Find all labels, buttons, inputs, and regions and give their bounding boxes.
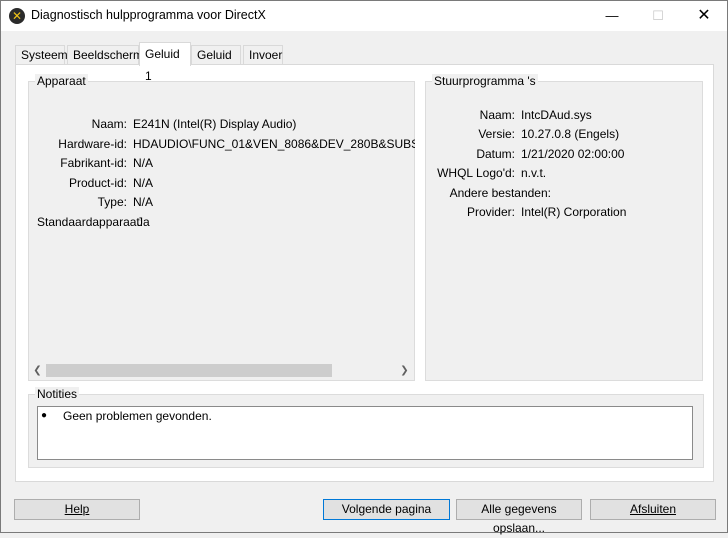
driver-group-title: Stuurprogramma 's: [432, 74, 538, 88]
bullet-icon: ●: [41, 410, 48, 421]
field-label: WHQL Logo'd:: [437, 166, 515, 180]
field-label: Fabrikant-id:: [60, 156, 127, 170]
field-value[interactable]: Ja: [137, 214, 150, 230]
field-label: Naam:: [91, 117, 127, 131]
maximize-button[interactable]: ☐: [635, 1, 681, 31]
dxdiag-window: ✕ Diagnostisch hulpprogramma voor Direct…: [0, 0, 728, 535]
next-page-button-label: Volgende pagina: [341, 502, 432, 516]
exit-button-label: Afsluiten: [629, 502, 677, 516]
minimize-button[interactable]: —: [589, 1, 635, 31]
scroll-left-icon[interactable]: ❮: [29, 362, 46, 379]
field-label: Naam:: [479, 108, 515, 122]
field-value[interactable]: E241N (Intel(R) Display Audio): [133, 116, 296, 132]
scrollbar-thumb[interactable]: [46, 364, 332, 377]
note-item: Geen problemen gevonden.: [63, 409, 212, 423]
field-value[interactable]: 1/21/2020 02:00:00: [521, 146, 624, 162]
help-button[interactable]: Help: [14, 499, 140, 520]
scroll-right-icon[interactable]: ❯: [396, 362, 413, 379]
title-bar[interactable]: ✕ Diagnostisch hulpprogramma voor Direct…: [1, 1, 727, 31]
exit-button[interactable]: Afsluiten: [590, 499, 716, 520]
help-button-label: Help: [64, 502, 90, 516]
save-all-button[interactable]: Alle gegevens opslaan...: [456, 499, 582, 535]
field-label: Standaardapparaat:: [37, 215, 144, 229]
tab-geluid-1[interactable]: Geluid 1: [139, 42, 191, 83]
field-value[interactable]: n.v.t.: [521, 165, 546, 181]
field-label: Andere bestanden:: [449, 186, 551, 200]
save-all-button-label: Alle gegevens opslaan...: [481, 502, 557, 535]
field-value[interactable]: N/A: [133, 194, 153, 210]
next-page-button[interactable]: Volgende pagina: [323, 499, 450, 520]
field-label: Hardware-id:: [58, 137, 127, 151]
directx-app-icon: ✕: [9, 8, 25, 24]
field-value[interactable]: N/A: [133, 155, 153, 171]
tab-geluid-2[interactable]: Geluid 2: [191, 45, 241, 80]
field-label: Datum:: [476, 147, 515, 161]
tab-systeem[interactable]: Systeem: [15, 45, 68, 64]
field-value[interactable]: Intel(R) Corporation: [521, 204, 626, 220]
device-horizontal-scrollbar[interactable]: ❮ ❯: [29, 362, 413, 379]
field-value[interactable]: 10.27.0.8 (Engels): [521, 126, 619, 142]
field-label: Product-id:: [68, 176, 127, 190]
notes-group-title: Notities: [35, 387, 80, 401]
notes-textbox[interactable]: ● Geen problemen gevonden.: [37, 406, 693, 460]
device-group-title: Apparaat: [35, 74, 88, 88]
close-button[interactable]: ✕: [681, 1, 727, 31]
tab-beeldscherm[interactable]: Beeldscherm: [67, 45, 143, 64]
window-title: Diagnostisch hulpprogramma voor DirectX: [31, 8, 266, 22]
field-label: Type:: [97, 195, 127, 209]
field-label: Versie:: [478, 127, 515, 141]
field-value[interactable]: N/A: [133, 175, 153, 191]
tab-invoer[interactable]: Invoer: [243, 45, 283, 64]
field-value[interactable]: HDAUDIO\FUNC_01&VEN_8086&DEV_280B&SUBSYS…: [133, 136, 415, 152]
field-value[interactable]: IntcDAud.sys: [521, 107, 592, 123]
field-label: Provider:: [466, 205, 515, 219]
